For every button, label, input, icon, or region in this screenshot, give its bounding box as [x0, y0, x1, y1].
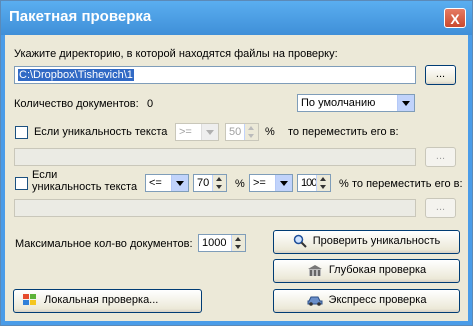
- car-icon: [307, 296, 323, 306]
- directory-browse-button[interactable]: ...: [425, 65, 456, 85]
- title-bar[interactable]: Пакетная проверка X: [1, 1, 472, 35]
- deep-check-label: Глубокая проверка: [328, 264, 427, 276]
- chevron-down-icon: [275, 175, 292, 191]
- rule1-checkbox[interactable]: [15, 126, 28, 139]
- rule2-target-input[interactable]: [14, 199, 416, 217]
- max-docs-value: 1000: [202, 237, 227, 249]
- rule2-value2: 100: [301, 177, 317, 189]
- check-unique-button[interactable]: Проверить уникальность: [273, 230, 460, 254]
- express-check-button[interactable]: Экспресс проверка: [273, 289, 460, 313]
- rule1-target-input[interactable]: [14, 148, 416, 166]
- doc-count-label: Количество документов:: [14, 98, 139, 110]
- rule1-value: 50: [229, 126, 242, 138]
- spinner-arrows-icon[interactable]: [212, 175, 226, 191]
- rule2-action-label: то переместить его в:: [352, 178, 463, 190]
- spinner-arrows-icon[interactable]: [244, 124, 258, 140]
- directory-label: Укажите директорию, в которой находятся …: [14, 48, 338, 60]
- deep-check-button[interactable]: Глубокая проверка: [273, 259, 460, 283]
- rule2-operator2-value: >=: [253, 177, 266, 189]
- express-check-label: Экспресс проверка: [328, 294, 427, 306]
- rule1-operator-value: >=: [179, 126, 192, 138]
- dialog-body: Укажите директорию, в которой находятся …: [5, 35, 468, 321]
- mode-select[interactable]: По умолчанию: [297, 94, 415, 112]
- rule2-operator1-value: <=: [149, 177, 162, 189]
- rule2-value1-spinner[interactable]: 70: [193, 174, 227, 192]
- spinner-arrows-icon[interactable]: [231, 235, 245, 251]
- windows-logo-icon: [23, 294, 36, 306]
- rule2-label-line2: уникальность текста: [32, 181, 138, 193]
- rule2-checkbox[interactable]: [15, 177, 28, 190]
- doc-count-value: 0: [147, 98, 154, 110]
- chevron-down-icon: [397, 95, 414, 111]
- magnifier-icon: [293, 234, 307, 248]
- rule2-browse-button[interactable]: ...: [425, 198, 456, 218]
- rule1-percent: %: [265, 126, 275, 138]
- rule1-browse-button[interactable]: ...: [425, 147, 456, 167]
- rule2-percent1: %: [235, 178, 245, 190]
- close-icon: X: [450, 11, 460, 27]
- directory-path-text: C:\Dropbox\Tishevich\1: [18, 69, 134, 81]
- max-docs-spinner[interactable]: 1000: [198, 234, 246, 252]
- window-title: Пакетная проверка: [9, 8, 152, 25]
- local-check-label: Локальная проверка...: [44, 294, 159, 306]
- rule1-label: Если уникальность текста: [34, 126, 168, 138]
- directory-path-input[interactable]: C:\Dropbox\Tishevich\1: [14, 66, 416, 84]
- rule2-operator2-select[interactable]: >=: [249, 174, 293, 192]
- rule1-action-label: то переместить его в:: [288, 126, 399, 138]
- dialog-window: Пакетная проверка X Укажите директорию, …: [0, 0, 473, 326]
- building-icon: [307, 264, 322, 276]
- chevron-down-icon: [201, 124, 218, 140]
- rule1-operator-select[interactable]: >=: [175, 123, 219, 141]
- rule2-value2-spinner[interactable]: 100: [297, 174, 331, 192]
- close-button[interactable]: X: [444, 8, 466, 28]
- check-unique-label: Проверить уникальность: [312, 235, 441, 247]
- rule2-label-line1: Если: [32, 169, 58, 181]
- rule2-percent2: %: [339, 178, 349, 190]
- chevron-down-icon: [171, 175, 188, 191]
- rule2-value1: 70: [197, 177, 210, 189]
- spinner-arrows-icon[interactable]: [316, 175, 330, 191]
- rule1-value-spinner[interactable]: 50: [225, 123, 259, 141]
- local-check-button[interactable]: Локальная проверка...: [13, 289, 202, 313]
- rule2-operator1-select[interactable]: <=: [145, 174, 189, 192]
- mode-select-value: По умолчанию: [301, 97, 376, 109]
- max-docs-label: Максимальное кол-во документов:: [15, 238, 193, 250]
